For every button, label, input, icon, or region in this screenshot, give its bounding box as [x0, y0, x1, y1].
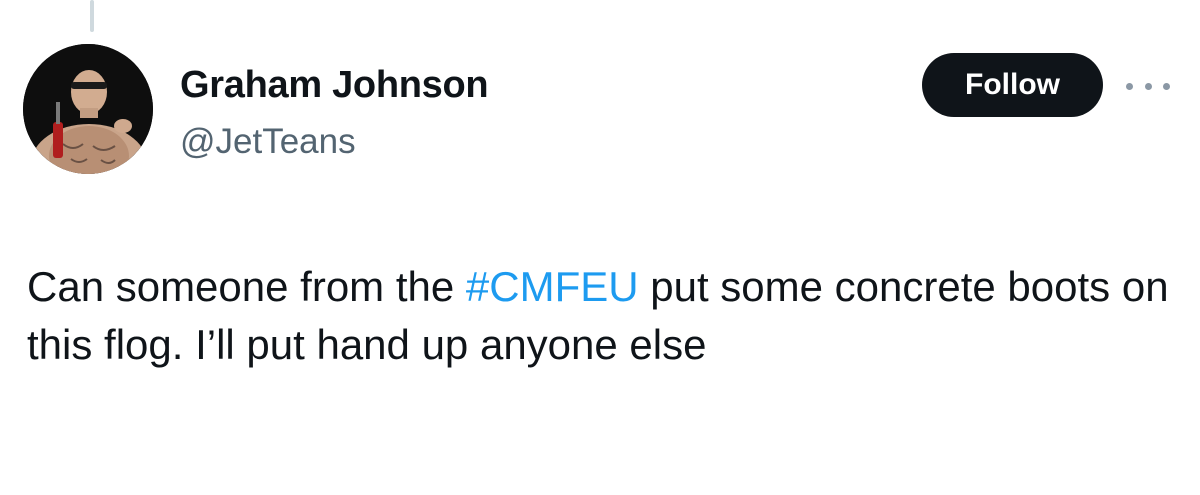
author-name[interactable]: Graham Johnson — [180, 64, 489, 107]
more-dot — [1144, 82, 1152, 90]
avatar[interactable] — [23, 44, 153, 174]
follow-button[interactable]: Follow — [922, 53, 1103, 117]
tweet-text: Can someone from the #CMFEU put some con… — [27, 258, 1177, 374]
thread-connector-line — [90, 0, 94, 32]
tweet-text-before: Can someone from the — [27, 263, 466, 310]
author-handle[interactable]: @JetTeans — [180, 122, 356, 162]
more-horizontal-icon[interactable] — [1126, 76, 1170, 96]
more-dot — [1126, 82, 1133, 90]
more-dot — [1163, 82, 1170, 90]
hashtag-link[interactable]: #CMFEU — [466, 263, 639, 310]
avatar-image — [23, 44, 153, 174]
